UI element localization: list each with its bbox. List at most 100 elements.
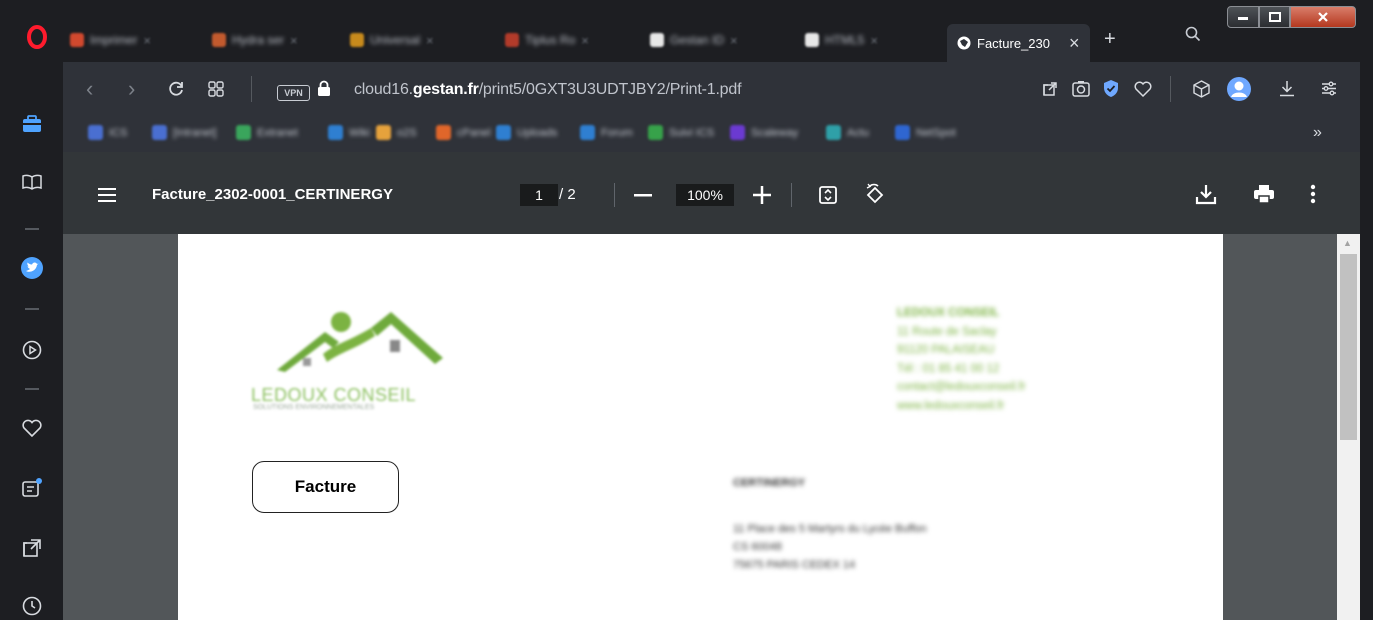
history-icon[interactable] bbox=[20, 594, 44, 618]
zoom-input[interactable]: 100% bbox=[676, 184, 734, 206]
easy-setup-icon[interactable] bbox=[1321, 81, 1337, 96]
tab-active[interactable]: Facture_230 × bbox=[947, 24, 1090, 62]
vpn-badge[interactable]: VPN bbox=[277, 85, 310, 101]
close-tab-icon[interactable]: × bbox=[1069, 33, 1080, 54]
bookmark-label: [Intranet] bbox=[173, 126, 217, 139]
bookmark-label: ICS bbox=[109, 126, 128, 139]
tab-favicon-icon bbox=[212, 33, 226, 47]
tab[interactable]: Tiplus Ro × bbox=[505, 27, 589, 53]
scrollbar-thumb[interactable] bbox=[1340, 254, 1357, 440]
back-icon[interactable]: ‹ bbox=[86, 76, 93, 102]
reload-icon[interactable] bbox=[167, 80, 185, 98]
window-frame-right bbox=[1360, 62, 1373, 620]
company-line: 91120 PALAISEAU bbox=[897, 344, 995, 357]
close-tab-icon[interactable]: × bbox=[581, 33, 589, 48]
minimize-button[interactable] bbox=[1227, 6, 1259, 28]
bookmark-item[interactable]: Extranet bbox=[236, 125, 298, 140]
bookmark-item[interactable]: Wiki bbox=[328, 125, 370, 140]
bookmark-favicon-icon bbox=[648, 125, 663, 140]
bookmark-item[interactable]: Actu bbox=[826, 125, 869, 140]
close-tab-icon[interactable]: × bbox=[870, 33, 878, 48]
bookmark-item[interactable]: ICS bbox=[88, 125, 127, 140]
more-options-icon[interactable] bbox=[1310, 184, 1316, 204]
logo-subtitle: SOLUTIONS ENVIRONNEMENTALES bbox=[253, 404, 375, 411]
bookmark-label: Extranet bbox=[257, 126, 298, 139]
bookmark-favicon-icon bbox=[328, 125, 343, 140]
bookmark-label: Actu bbox=[847, 126, 870, 139]
download-icon[interactable] bbox=[1279, 80, 1295, 97]
close-tab-icon[interactable]: × bbox=[290, 33, 298, 48]
cube-icon[interactable] bbox=[1193, 80, 1210, 98]
bookmarks-more-button[interactable]: » bbox=[1313, 124, 1322, 142]
twitter-icon[interactable] bbox=[20, 256, 44, 280]
bookmark-label: Uploads bbox=[517, 126, 558, 139]
tab-title: Facture_230 bbox=[977, 35, 1050, 51]
bookmark-item[interactable]: Scaleway bbox=[730, 125, 798, 140]
search-icon[interactable] bbox=[1185, 26, 1201, 42]
bookmark-item[interactable]: cPanel bbox=[436, 125, 491, 140]
maximize-button[interactable] bbox=[1259, 6, 1290, 28]
url-domain: gestan.fr bbox=[412, 81, 479, 98]
bookmark-item[interactable]: Uploads bbox=[496, 125, 557, 140]
client-address: CERTINERGY 11 Place des 5 Martyrs du Lyc… bbox=[733, 474, 927, 574]
forward-icon[interactable]: › bbox=[128, 76, 135, 102]
url-path: /print5/0GXT3U3UDTJBY2/Print-1.pdf bbox=[478, 81, 742, 98]
workspace-icon[interactable] bbox=[20, 112, 44, 136]
player-icon[interactable] bbox=[20, 338, 44, 362]
tab-favicon-icon bbox=[505, 33, 519, 47]
lock-icon[interactable] bbox=[317, 80, 331, 97]
zoom-out-icon[interactable] bbox=[634, 194, 652, 197]
heart-sidebar-icon[interactable] bbox=[20, 416, 44, 440]
bookmark-favicon-icon bbox=[376, 125, 391, 140]
tab[interactable]: Universal × bbox=[350, 27, 434, 53]
book-icon[interactable] bbox=[20, 170, 44, 194]
tab[interactable]: Hydra ser × bbox=[212, 27, 298, 53]
shield-icon[interactable] bbox=[1103, 79, 1119, 98]
toolbar-divider bbox=[251, 76, 252, 102]
fit-page-icon[interactable] bbox=[819, 186, 837, 204]
pinboard-icon[interactable] bbox=[20, 536, 44, 560]
send-share-icon[interactable] bbox=[1042, 81, 1058, 97]
zoom-in-icon[interactable] bbox=[753, 186, 771, 204]
pdf-title: Facture_2302-0001_CERTINERGY bbox=[152, 186, 393, 203]
menu-icon[interactable] bbox=[97, 187, 117, 203]
heart-icon[interactable] bbox=[1134, 81, 1152, 97]
close-icon bbox=[1318, 12, 1328, 22]
bookmark-label: NetSpot bbox=[916, 126, 956, 139]
profile-avatar-icon[interactable] bbox=[1227, 77, 1251, 101]
scroll-up-arrow-icon[interactable]: ▲ bbox=[1343, 238, 1352, 248]
tab[interactable]: Imprimer × bbox=[70, 27, 151, 53]
page-number-input[interactable]: 1 bbox=[520, 184, 558, 206]
company-line: www.ledouxconseil.fr bbox=[897, 399, 1005, 412]
bookmark-item[interactable]: Suivi ICS bbox=[648, 125, 714, 140]
tab[interactable]: HTML5 × bbox=[805, 27, 878, 53]
bookmark-label: Scaleway bbox=[751, 126, 799, 139]
bookmark-label: Wiki bbox=[349, 126, 370, 139]
globe-icon bbox=[957, 36, 971, 50]
snapshot-icon[interactable] bbox=[1072, 80, 1090, 97]
bookmark-item[interactable]: [Intranet] bbox=[152, 125, 216, 140]
rotate-icon[interactable] bbox=[864, 183, 886, 205]
pdf-download-icon[interactable] bbox=[1195, 183, 1217, 205]
close-tab-icon[interactable]: × bbox=[426, 33, 434, 48]
opera-logo-icon[interactable] bbox=[27, 25, 47, 49]
close-tab-icon[interactable]: × bbox=[143, 33, 151, 48]
news-icon[interactable] bbox=[20, 476, 44, 500]
bookmark-item[interactable]: Forum bbox=[580, 125, 633, 140]
print-icon[interactable] bbox=[1253, 184, 1275, 204]
new-tab-button[interactable]: + bbox=[1104, 28, 1116, 51]
tab-title: Hydra ser bbox=[232, 33, 285, 47]
bookmark-favicon-icon bbox=[436, 125, 451, 140]
bookmark-item[interactable]: NetSpot bbox=[895, 125, 956, 140]
address-input[interactable]: cloud16.gestan.fr/print5/0GXT3U3UDTJBY2/… bbox=[354, 81, 742, 99]
company-line: Tél : 01 85 41 00 12 bbox=[897, 362, 1000, 375]
bookmark-item[interactable]: o2S bbox=[376, 125, 417, 140]
toolbar-divider-2 bbox=[1170, 76, 1171, 102]
tab-title: Imprimer bbox=[90, 33, 138, 47]
pdf-divider bbox=[791, 183, 792, 207]
tab[interactable]: Gestan ID × bbox=[650, 27, 738, 53]
speed-dial-icon[interactable] bbox=[208, 81, 224, 97]
bookmark-label: o2S bbox=[397, 126, 417, 139]
close-tab-icon[interactable]: × bbox=[730, 33, 738, 48]
close-window-button[interactable] bbox=[1290, 6, 1356, 28]
